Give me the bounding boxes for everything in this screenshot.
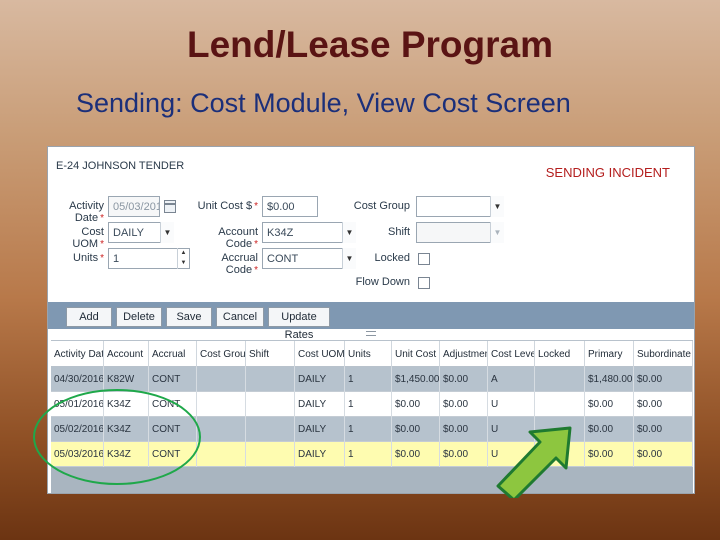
table-cell: $0.00 [440,392,488,417]
activity-date-label: Activity Date * [69,200,104,224]
slide-title: Lend/Lease Program [186,24,553,65]
calendar-icon[interactable] [164,200,176,213]
table-cell: $0.00 [440,417,488,442]
unit-cost-input[interactable]: $0.00 [262,196,318,217]
table-cell [246,392,295,417]
table-cell: DAILY [295,417,345,442]
column-header[interactable]: Unit Cost [392,341,440,368]
table-cell: 1 [345,367,392,392]
column-header[interactable]: Cost Group [197,341,246,368]
save-button[interactable]: Save [166,307,212,327]
update-rates-button[interactable]: Update Rates [268,307,330,341]
cost-group-label: Cost Group [353,200,410,212]
table-cell [246,367,295,392]
column-header[interactable]: Adjustment [440,341,488,368]
chevron-down-icon[interactable]: ▼ [490,196,504,217]
activity-date-input[interactable]: 05/03/2016 [108,196,160,217]
column-header[interactable]: Cost Level [488,341,535,368]
table-cell: $0.00 [440,442,488,467]
flow-down-label: Flow Down [355,276,410,288]
table-cell: 1 [345,417,392,442]
cost-uom-label: Cost UOM * [72,226,104,250]
locked-checkbox[interactable] [418,253,430,265]
table-cell [197,367,246,392]
table-cell: $0.00 [634,417,693,442]
table-cell [535,367,585,392]
column-header[interactable]: Units [345,341,392,368]
column-header[interactable]: Shift [246,341,295,368]
resize-grip-icon[interactable] [366,331,376,336]
table-cell: $1,480.00 [585,367,634,392]
arrow-shape [496,426,572,498]
table-cell: $0.00 [585,392,634,417]
table-cell: $0.00 [634,442,693,467]
chevron-down-icon[interactable]: ▼ [490,222,504,243]
table-cell [197,442,246,467]
delete-button[interactable]: Delete [116,307,162,327]
column-header[interactable]: Primary [585,341,634,368]
green-arrow-icon [496,426,572,498]
account-code-label: Account Code * [218,226,258,250]
column-header[interactable]: Activity Date [51,341,104,368]
table-row[interactable]: 04/30/2016 K82W CONT DAILY 1 $1,450.00 $0.00 A $… [51,367,693,392]
table-cell: DAILY [295,442,345,467]
slide-subtitle: Sending: Cost Module, View Cost Screen [76,88,571,118]
table-cell: 1 [345,442,392,467]
resource-header: E-24 JOHNSON TENDER [56,160,185,172]
table-cell [535,392,585,417]
table-cell: $0.00 [440,367,488,392]
table-cell: DAILY [295,367,345,392]
table-cell: $0.00 [585,442,634,467]
column-header[interactable]: Accrual [149,341,197,368]
unit-cost-label: Unit Cost $ * [197,200,258,212]
column-header[interactable]: Cost UOM [295,341,345,368]
flow-down-checkbox[interactable] [418,277,430,289]
table-cell: $0.00 [634,392,693,417]
table-cell: $0.00 [634,367,693,392]
cancel-button[interactable]: Cancel [216,307,264,327]
table-cell: $1,450.00 [392,367,440,392]
table-cell [197,392,246,417]
accrual-code-label: Accrual Code * [221,252,258,276]
incident-label: SENDING INCIDENT [545,165,670,180]
table-cell: U [488,392,535,417]
add-button[interactable]: Add [66,307,112,327]
table-cell: CONT [149,367,197,392]
table-cell [246,417,295,442]
locked-label: Locked [374,252,410,264]
units-label: Units * [73,252,104,264]
table-cell: 04/30/2016 [51,367,104,392]
table-cell: $0.00 [392,417,440,442]
column-header[interactable]: Locked [535,341,585,368]
table-cell: 1 [345,392,392,417]
table-cell: $0.00 [392,392,440,417]
highlight-circle [33,389,201,485]
column-header[interactable]: Subordinate [634,341,693,368]
table-cell: $0.00 [392,442,440,467]
grid-header: Activity DateAccountAccrualCost GroupShi… [51,340,693,368]
table-cell [197,417,246,442]
shift-label: Shift [387,226,410,238]
table-cell: A [488,367,535,392]
column-header[interactable]: Account [104,341,149,368]
table-cell: $0.00 [585,417,634,442]
table-cell: DAILY [295,392,345,417]
table-cell [246,442,295,467]
chevron-down-icon[interactable]: ▼ [160,222,174,243]
